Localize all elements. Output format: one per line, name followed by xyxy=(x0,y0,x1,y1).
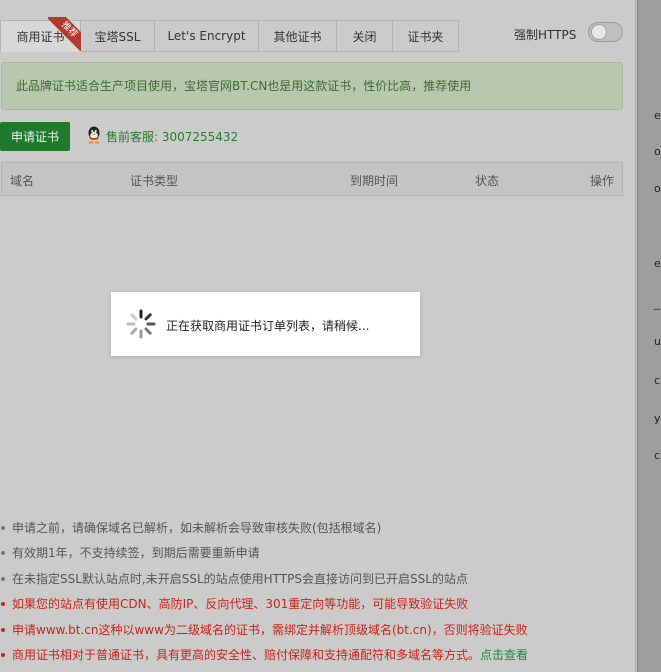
tab-bt-ssl[interactable]: 宝塔SSL xyxy=(81,20,155,52)
list-item: 商用证书相对于普通证书，具有更高的安全性、赔付保障和支持通配符和多域名等方式。点… xyxy=(0,645,636,670)
loading-text: 正在获取商用证书订单列表，请稍候... xyxy=(166,319,370,333)
force-https-toggle[interactable] xyxy=(588,22,623,42)
apply-cert-button[interactable]: 申请证书 xyxy=(0,122,70,151)
recommend-badge: 推荐 xyxy=(48,17,84,51)
tab-label: 宝塔SSL xyxy=(94,29,141,44)
column-domain: 域名 xyxy=(10,174,35,188)
recommend-notice: 此品牌证书适合生产项目使用，宝塔官网BT.CN也是用这款证书，性价比高，推荐使用 xyxy=(1,62,623,110)
recommend-ribbon: 推荐 xyxy=(48,17,84,51)
toggle-knob xyxy=(591,24,607,40)
list-item: 在未指定SSL默认站点时,未开启SSL的站点使用HTTPS会直接访问到已开启SS… xyxy=(0,569,636,594)
ssl-tabs: 商用证书 推荐 宝塔SSL Let's Encrypt 其他证书 关闭 证书夹 xyxy=(0,17,459,52)
loading-dialog: 正在获取商用证书订单列表，请稍候... xyxy=(111,292,420,356)
tab-commercial-cert[interactable]: 商用证书 推荐 xyxy=(0,17,84,52)
tab-lets-encrypt[interactable]: Let's Encrypt xyxy=(155,20,259,52)
list-item: 如果您的站点有使用CDN、高防IP、反向代理、301重定向等功能，可能导致验证失… xyxy=(0,594,636,619)
column-status: 状态 xyxy=(475,174,500,188)
tab-label: 关闭 xyxy=(352,29,377,44)
tab-label: 证书夹 xyxy=(407,29,444,44)
tab-label: Let's Encrypt xyxy=(167,29,246,43)
tab-close[interactable]: 关闭 xyxy=(337,20,393,52)
list-item: 申请www.bt.cn这种以www为二级域名的证书，需绑定并解析顶级域名(bt.… xyxy=(0,620,636,645)
tab-label: 其他证书 xyxy=(273,29,322,44)
qq-penguin-icon xyxy=(88,126,100,144)
column-actions: 操作 xyxy=(590,174,615,188)
tab-other-certs[interactable]: 其他证书 xyxy=(259,20,337,52)
presale-service-link[interactable]: 售前客服: 3007255432 xyxy=(106,128,238,145)
cert-table-header: 域名 证书类型 到期时间 状态 操作 xyxy=(1,162,623,196)
tab-cert-folder[interactable]: 证书夹 xyxy=(393,20,459,52)
column-expiry: 到期时间 xyxy=(350,174,399,188)
force-https-label: 强制HTTPS xyxy=(514,28,577,42)
list-item: 有效期1年，不支持续签，到期后需要重新申请 xyxy=(0,543,636,568)
column-cert-type: 证书类型 xyxy=(130,174,179,188)
background-window-edge: e o o e _ u c y c xyxy=(637,0,661,672)
loading-spinner-icon xyxy=(126,309,156,339)
view-details-link[interactable]: 点击查看 xyxy=(480,648,528,662)
tips-list: 申请之前，请确保域名已解析，如未解析会导致审核失败(包括根域名) 有效期1年，不… xyxy=(0,518,636,670)
list-item: 申请之前，请确保域名已解析，如未解析会导致审核失败(包括根域名) xyxy=(0,518,636,543)
